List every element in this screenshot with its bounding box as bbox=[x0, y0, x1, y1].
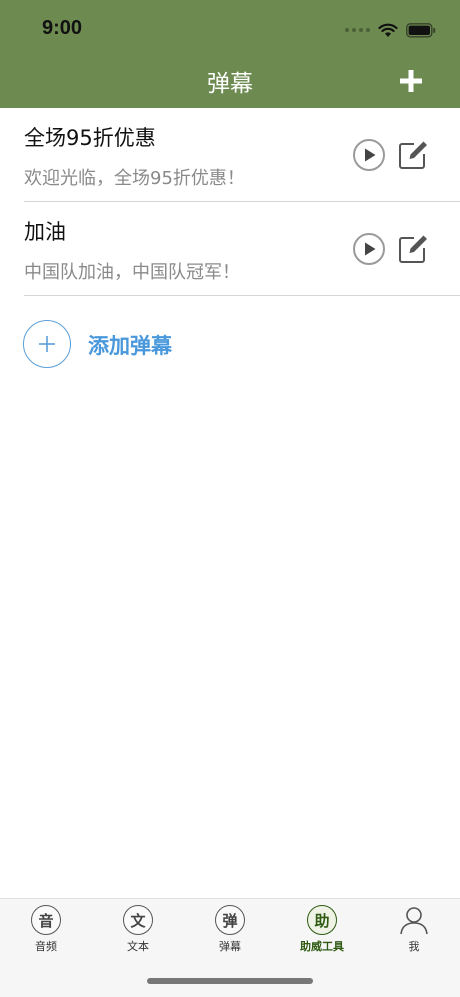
barrage-title: 全场95折优惠 bbox=[24, 126, 156, 150]
tab-label: 我 bbox=[408, 940, 420, 953]
nav-header: 9:00 弹幕 bbox=[0, 0, 460, 108]
user-icon bbox=[400, 907, 428, 935]
tab-audio[interactable]: 音 音频 bbox=[0, 905, 92, 965]
page-title: 弹幕 bbox=[207, 71, 253, 97]
add-barrage-label: 添加弹幕 bbox=[88, 334, 172, 358]
edit-icon[interactable] bbox=[397, 233, 429, 265]
barrage-subtitle: 中国队加油，中国队冠军！ bbox=[24, 262, 240, 283]
add-barrage-button[interactable]: 添加弹幕 bbox=[0, 296, 460, 390]
signal-icon bbox=[345, 28, 370, 32]
battery-icon bbox=[406, 22, 436, 38]
tab-label: 弹幕 bbox=[219, 940, 241, 953]
barrage-title: 加油 bbox=[24, 220, 66, 244]
tab-label: 音频 bbox=[35, 940, 57, 953]
tab-cheer-tools[interactable]: 助 助威工具 bbox=[276, 905, 368, 965]
plus-icon bbox=[39, 336, 55, 352]
list-item[interactable]: 加油 中国队加油，中国队冠军！ bbox=[0, 202, 460, 296]
play-icon[interactable] bbox=[352, 138, 386, 172]
barrage-list: 全场95折优惠 欢迎光临，全场95折优惠！ 加油 中国队加油，中国队冠军！ bbox=[0, 108, 460, 296]
barrage-subtitle: 欢迎光临，全场95折优惠！ bbox=[24, 168, 245, 189]
tab-text[interactable]: 文 文本 bbox=[92, 905, 184, 965]
tab-barrage[interactable]: 弹 弹幕 bbox=[184, 905, 276, 965]
tab-label: 助威工具 bbox=[300, 940, 344, 953]
add-icon[interactable] bbox=[398, 68, 424, 94]
barrage-icon: 弹 bbox=[215, 905, 245, 935]
tab-label: 文本 bbox=[127, 940, 149, 953]
play-icon[interactable] bbox=[352, 232, 386, 266]
list-item[interactable]: 全场95折优惠 欢迎光临，全场95折优惠！ bbox=[0, 108, 460, 202]
add-circle-icon[interactable] bbox=[23, 320, 71, 368]
cheer-tools-icon: 助 bbox=[307, 905, 337, 935]
home-indicator[interactable] bbox=[147, 978, 313, 984]
text-icon: 文 bbox=[123, 905, 153, 935]
wifi-icon bbox=[378, 23, 398, 37]
status-time: 9:00 bbox=[42, 17, 83, 39]
edit-icon[interactable] bbox=[397, 139, 429, 171]
audio-icon: 音 bbox=[31, 905, 61, 935]
tab-me[interactable]: 我 bbox=[368, 905, 460, 965]
status-icons bbox=[345, 20, 436, 40]
